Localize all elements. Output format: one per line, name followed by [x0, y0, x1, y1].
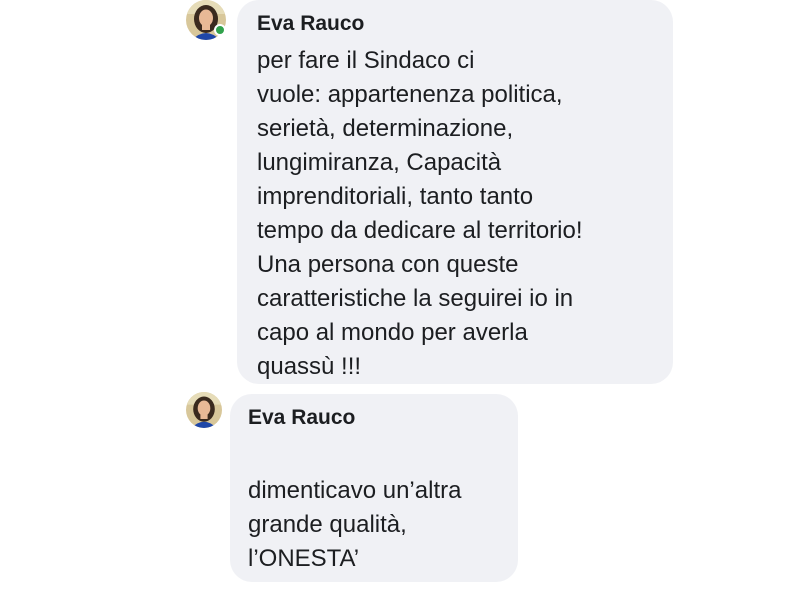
comment-bubble[interactable]: Eva Rauco per fare il Sindaco ci vuole: … [237, 0, 673, 384]
comment-text: per fare il Sindaco ci vuole: appartenen… [257, 47, 583, 380]
comment-thread: Eva Rauco per fare il Sindaco ci vuole: … [0, 0, 800, 600]
avatar-photo-icon [186, 392, 222, 428]
online-status-icon [214, 24, 226, 36]
avatar[interactable] [186, 392, 222, 428]
comment-text: dimenticavo un’altra grande qualità, l’O… [248, 477, 462, 572]
comment-author[interactable]: Eva Rauco [257, 12, 653, 36]
comment-bubble[interactable]: Eva Rauco dimenticavo un’altra grande qu… [230, 394, 518, 582]
comment-author[interactable]: Eva Rauco [248, 406, 500, 430]
